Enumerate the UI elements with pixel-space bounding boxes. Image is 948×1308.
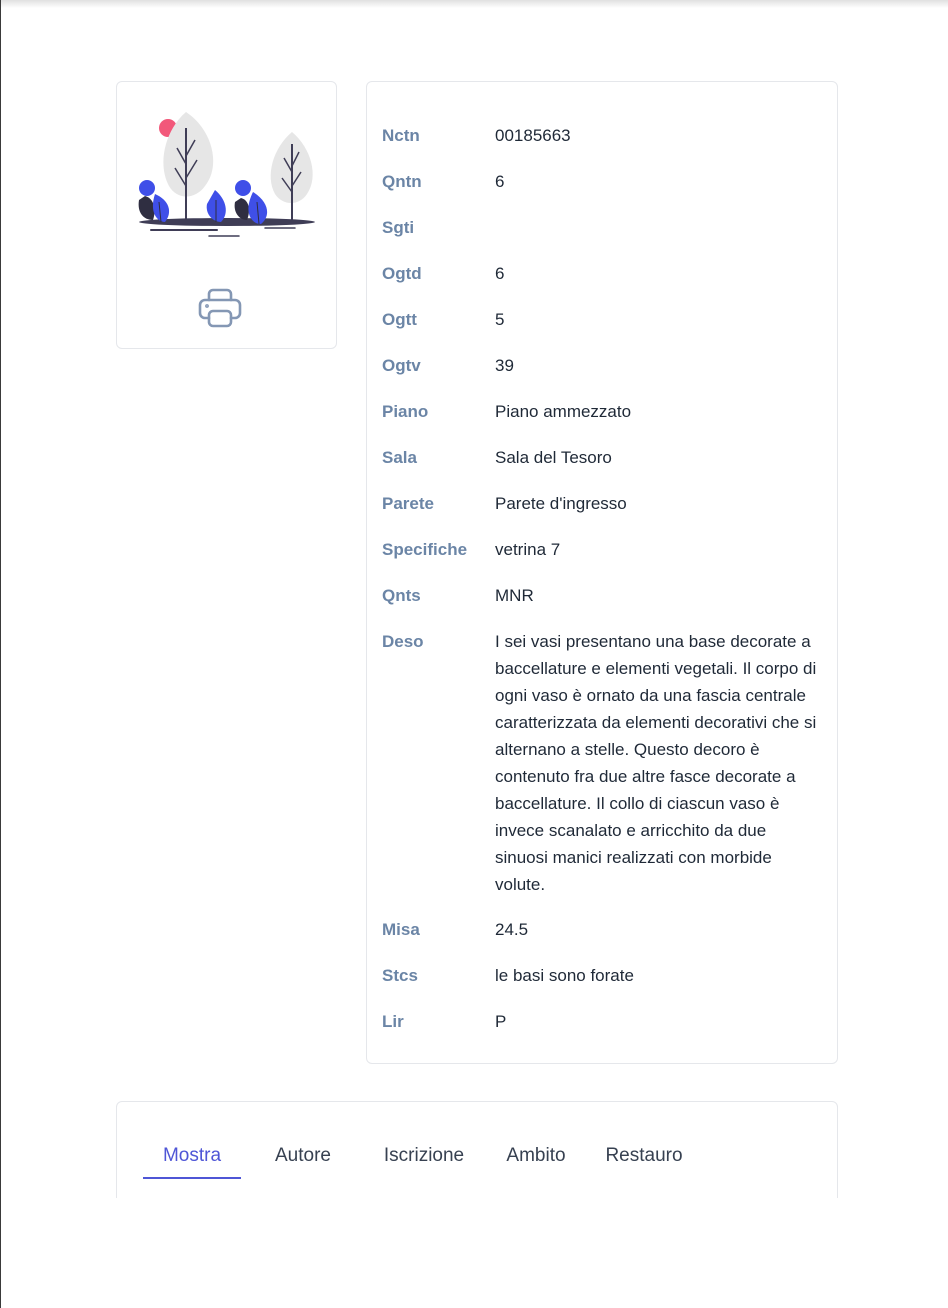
field-label: Qnts [382, 586, 421, 605]
field-label: Ogtt [382, 310, 417, 329]
field-row-sgti: Sgti [382, 214, 822, 242]
field-row-sala: Sala Sala del Tesoro [382, 444, 822, 472]
field-row-qntn: Qntn 6 [382, 168, 822, 196]
printer-icon [198, 288, 242, 328]
field-value [495, 214, 822, 242]
window-top-shadow [1, 0, 948, 8]
field-label: Deso [382, 632, 424, 651]
record-fields-list: Nctn 00185663 Qntn 6 Sgti Ogtd 6 Ogtt 5 Ogtv 39 Pia… [382, 122, 822, 1054]
field-row-ogtd: Ogtd 6 [382, 260, 822, 288]
field-row-lir: Lir P [382, 1008, 822, 1036]
record-details-card: Nctn 00185663 Qntn 6 Sgti Ogtd 6 Ogtt 5 Ogtv 39 Pia… [366, 81, 838, 1064]
field-row-misa: Misa 24.5 [382, 916, 822, 944]
field-row-ogtv: Ogtv 39 [382, 352, 822, 380]
field-row-nctn: Nctn 00185663 [382, 122, 822, 150]
tab-mostra[interactable]: Mostra [143, 1142, 241, 1179]
field-value: I sei vasi presentano una base decorate … [495, 632, 817, 894]
image-card [116, 81, 337, 349]
field-row-stcs: Stcs le basi sono forate [382, 962, 822, 990]
page-bottom [1, 1198, 948, 1308]
field-value: 5 [495, 310, 505, 329]
field-value: 6 [495, 264, 505, 283]
field-label: Sala [382, 448, 417, 467]
field-value: MNR [495, 586, 534, 605]
field-label: Qntn [382, 172, 422, 191]
tab-ambito[interactable]: Ambito [483, 1142, 589, 1179]
field-row-ogtt: Ogtt 5 [382, 306, 822, 334]
field-label: Ogtd [382, 264, 422, 283]
field-value: le basi sono forate [495, 966, 634, 985]
field-value: 24.5 [495, 920, 529, 939]
field-row-specifiche: Specifiche vetrina 7 [382, 536, 822, 564]
field-value: 39 [495, 356, 514, 375]
field-label: Sgti [382, 218, 415, 237]
field-row-deso: Deso I sei vasi presentano una base decor… [382, 628, 822, 898]
field-value: Parete d'ingresso [495, 494, 627, 513]
tab-autore[interactable]: Autore [241, 1142, 365, 1179]
tab-restauro[interactable]: Restauro [589, 1142, 699, 1179]
trees-placeholder-illustration [138, 112, 315, 237]
print-button[interactable] [194, 284, 246, 332]
field-value: Piano ammezzato [495, 402, 632, 421]
field-label: Nctn [382, 126, 420, 145]
field-label: Stcs [382, 966, 418, 985]
field-label: Ogtv [382, 356, 421, 375]
field-row-qnts: Qnts MNR [382, 582, 822, 610]
field-label: Parete [382, 494, 434, 513]
field-label: Lir [382, 1012, 404, 1031]
field-row-parete: Parete Parete d'ingresso [382, 490, 822, 518]
field-value: vetrina 7 [495, 540, 561, 559]
tab-iscrizione[interactable]: Iscrizione [365, 1142, 483, 1179]
tab-bar: Mostra Autore Iscrizione Ambito Restauro [143, 1142, 699, 1179]
field-row-piano: Piano Piano ammezzato [382, 398, 822, 426]
field-value: 6 [495, 172, 505, 191]
field-value: Sala del Tesoro [495, 448, 612, 467]
field-label: Specifiche [382, 540, 468, 559]
field-label: Misa [382, 920, 420, 939]
field-value: 00185663 [495, 126, 571, 145]
field-value: P [495, 1012, 507, 1031]
field-label: Piano [382, 402, 429, 421]
